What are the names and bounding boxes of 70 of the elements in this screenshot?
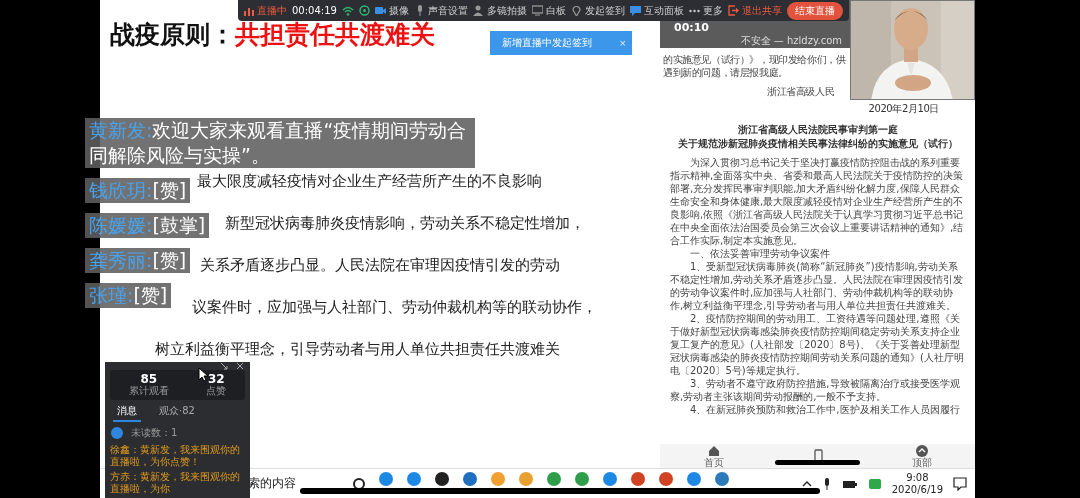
address-text: 不安全 — hzldzy.com bbox=[740, 34, 842, 48]
date-text: 2020年2月10日 bbox=[868, 102, 939, 115]
elapsed-time: 00:04:19 bbox=[292, 5, 337, 16]
toolbar-button[interactable]: 白板 bbox=[531, 3, 566, 18]
document-paragraph: 2、疫情防控期间的劳动用工、工资待遇等问题处理,遵照《关于做好新型冠状病毒感染肺炎疫情防控期间稳定劳动关系支持企业复工复产的意见》(人社部发〔2020〕8号)、《关于妥善处理新型冠状病毒感染的肺炎疫情防控期间劳动关系问题的通知》(人社厅明电〔2020〕5号)等规定执行。 bbox=[670, 312, 965, 377]
location-pin-icon bbox=[570, 5, 582, 16]
person-icon bbox=[472, 5, 484, 16]
panel-tab[interactable]: 消息 bbox=[113, 404, 141, 422]
comment-bubble: 张瑾:[赞] bbox=[85, 283, 172, 308]
unread-count: 未读数：1 bbox=[131, 426, 178, 440]
app-icon[interactable] bbox=[434, 471, 450, 487]
toolbar-button[interactable]: 发起签到 bbox=[570, 3, 625, 18]
notification-icon[interactable] bbox=[953, 476, 967, 491]
document-title: 关于规范涉新冠肺炎疫情相关民事法律纠纷的实施意见（试行） bbox=[676, 137, 959, 150]
slide-text-line: 关系矛盾逐步凸显。人民法院在审理因疫情引发的劳动 bbox=[200, 256, 560, 275]
slide-text-line: 最大限度减轻疫情对企业生产经营所产生的不良影响 bbox=[197, 172, 542, 191]
comment-bubble: 陈媛媛:[鼓掌] bbox=[85, 213, 210, 238]
toolbar-button[interactable]: 更多 bbox=[688, 3, 723, 18]
document-text: 的实施意见（试行）》，现印发给你们，供 bbox=[663, 53, 846, 66]
stat-value: 85 bbox=[140, 373, 158, 385]
cortana-icon[interactable] bbox=[352, 476, 366, 491]
chat-message: 方赤：黄新发，我来围观你的直播啦，为你 bbox=[109, 471, 241, 495]
slide-text-line: 树立利益衡平理念，引导劳动者与用人单位共担责任共渡难关 bbox=[155, 340, 560, 359]
end-live-button[interactable]: 结束直播 bbox=[786, 1, 843, 20]
document-paragraph: 1、受新型冠状病毒肺炎(简称“新冠肺炎”)疫情影响,劳动关系不稳定性增加,劳动关系矛盾逐步凸显。人民法院在审理因疫情引发的劳动争议案件时,应加强与人社部门、劳动仲裁机构等的联动协作,树立利益衡平理念,引导劳动者与用人单位共担责任共渡难关。 bbox=[670, 260, 965, 312]
cursor-icon bbox=[198, 367, 208, 382]
signature-text: 浙江省高级人民 bbox=[767, 85, 835, 98]
search-text: 索的内容 bbox=[248, 475, 297, 492]
toolbar-button[interactable]: 多镜拍摄 bbox=[472, 3, 527, 18]
comment-bubble: 黄新发:欢迎大家来观看直播“疫情期间劳动合同解除风险与实操”。 bbox=[85, 118, 475, 168]
toolbar-button[interactable]: 互动面板 bbox=[629, 3, 684, 18]
document-paragraph: 3、劳动者不遵守政府防控措施,导致被隔离治疗或接受医学观察,劳动者主张该期间劳动报酬的,一般不予支持。 bbox=[670, 377, 961, 403]
comment-bubble: 龚秀丽:[赞] bbox=[85, 248, 191, 273]
close-icon[interactable] bbox=[236, 362, 244, 370]
exit-share-button[interactable]: 退出共享 bbox=[727, 3, 782, 18]
panel-tab[interactable]: 观众·82 bbox=[155, 404, 199, 422]
nav-item[interactable]: 顶部 bbox=[911, 444, 932, 468]
toolbar-button[interactable]: 声音设置 bbox=[413, 3, 468, 18]
document-text: 遇到新的问题，请层报我庭。 bbox=[663, 66, 788, 79]
slide-title: 战疫原则： bbox=[110, 20, 235, 49]
exit-icon bbox=[727, 5, 739, 16]
timer-text: 00:10 bbox=[674, 22, 710, 34]
clock[interactable]: 9:08 2020/6/19 bbox=[891, 471, 943, 496]
nav-item[interactable]: 首页 bbox=[703, 444, 724, 468]
avatar-icon bbox=[111, 427, 123, 439]
slide-title-highlight: 共担责任共渡难关 bbox=[235, 20, 435, 49]
toolbar-button[interactable]: 摄像 bbox=[374, 3, 409, 18]
input-method-icon[interactable] bbox=[867, 476, 882, 491]
slide-text-line: 议案件时，应加强与人社部门、劳动仲裁机构等的联动协作， bbox=[192, 298, 597, 317]
document-paragraph: 4、在新冠肺炎预防和救治工作中,医护及相关工作人员因履行 bbox=[689, 403, 961, 416]
home-icon bbox=[706, 444, 721, 458]
signal-bars-icon bbox=[244, 5, 254, 16]
document-paragraph: 为深入贯彻习总书记关于坚决打赢疫情防控阻击战的系列重要指示精神,全面落实中央、省委和最高人民法院关于疫情防控的决策部署,充分发挥民事审判职能,加大矛盾纠纷化解力度,保障人民群众生命安全和身体健康,最大限度减轻疫情对企业生产经营所产生的不良影响,依照《浙江省高级人民法院关于认真学习贯彻习近平总书记在中央全面依法治国委员会第三次会议上重要讲话精神的通知》,结合工作实际,制定本实施意见。 bbox=[670, 156, 965, 247]
live-status: 直播中 bbox=[257, 3, 287, 18]
stat-label: 累计观看 bbox=[128, 385, 169, 397]
comment-bubble: 钱欣玥:[赞] bbox=[85, 178, 191, 203]
notification-text: 新增直播中发起签到 bbox=[502, 36, 592, 50]
monitor-icon bbox=[531, 5, 543, 16]
slide-text-line: 新型冠状病毒肺炎疫情影响，劳动关系不稳定性增加， bbox=[225, 214, 585, 233]
document-title: 浙江省高级人民法院民事审判第一庭 bbox=[736, 123, 899, 136]
globe-icon bbox=[358, 5, 370, 16]
document-paragraph: 一、依法妥善审理劳动争议案件 bbox=[689, 247, 831, 260]
battery-icon[interactable] bbox=[841, 478, 858, 489]
chat-icon bbox=[629, 5, 641, 16]
stat-value: 32 bbox=[207, 373, 225, 385]
camera-icon bbox=[374, 5, 386, 16]
wifi-icon bbox=[341, 5, 354, 16]
stat-label: 点赞 bbox=[206, 385, 227, 397]
minimize-icon[interactable] bbox=[220, 362, 228, 370]
chat-message: 徐鑫：黄新发，我来围观你的直播啦，为你点赞！ bbox=[109, 444, 241, 468]
